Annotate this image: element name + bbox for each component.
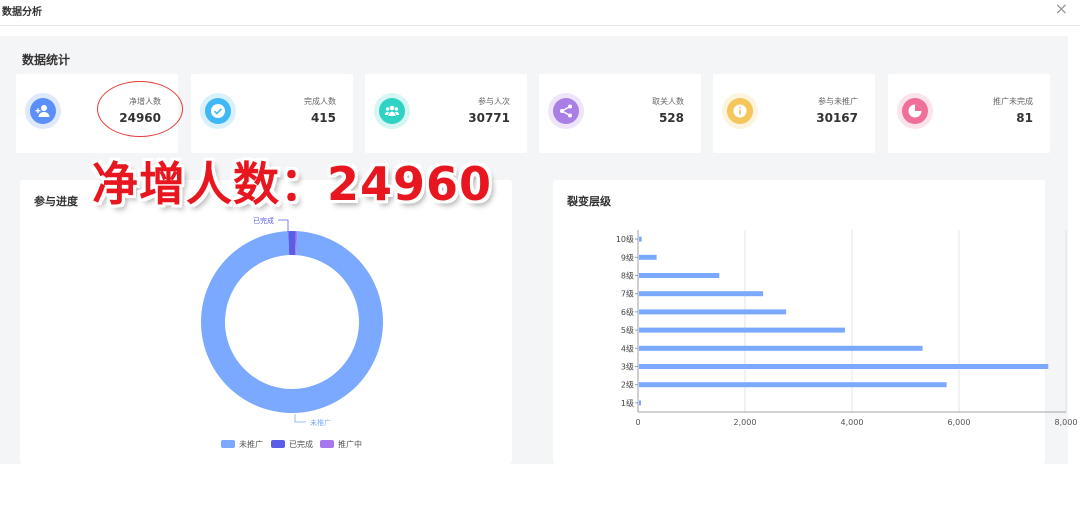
stat-card-3: 参与人次 30771 [365, 74, 527, 153]
bar-1[interactable] [639, 400, 641, 406]
bar-8[interactable] [639, 273, 720, 278]
legend-label-3[interactable]: 推广中 [338, 439, 362, 449]
bar-6[interactable] [639, 309, 787, 315]
y-tick-label-6: 6级 [621, 307, 634, 317]
levels-panel: 裂变层级 0 2,000 4,000 6,000 8,000 1级 2级 3级 4级 5级 6级 7级… [553, 180, 1077, 464]
y-tick-label-1: 1级 [621, 398, 634, 408]
y-tick-label-4: 4级 [621, 343, 634, 353]
levels-panel-title: 裂变层级 [567, 195, 611, 208]
legend-label-2[interactable]: 已完成 [289, 439, 313, 449]
level-bar-chart: 0 2,000 4,000 6,000 8,000 1级 2级 3级 4级 5级 6级 7级 8级 9级 1… [616, 230, 1078, 427]
bar-5[interactable] [639, 327, 845, 333]
bar-4[interactable] [639, 345, 923, 351]
bar-3[interactable] [639, 364, 1049, 369]
leader-line-1 [294, 414, 306, 423]
stat-card-6: 推广未完成 81 [888, 74, 1050, 153]
donut-slice-1[interactable] [200, 231, 383, 414]
bar-7[interactable] [639, 291, 764, 297]
y-tick-label-5: 5级 [621, 325, 634, 335]
stat-label: 参与未推广 [818, 97, 858, 106]
legend-swatch-1[interactable] [221, 440, 235, 448]
bar-9[interactable] [639, 254, 657, 260]
stat-value: 81 [1016, 111, 1033, 125]
legend-label-1[interactable]: 未推广 [239, 439, 263, 449]
group-icon [374, 93, 410, 129]
stat-card-4: 取关人数 528 [539, 74, 701, 153]
stat-value: 415 [310, 111, 336, 125]
stat-card-5: 参与未推广 30167 [713, 74, 875, 153]
progress-panel: 参与进度 已完成 未推广 未推广 已完成 推广中 [20, 180, 512, 464]
check-icon [200, 93, 236, 129]
donut-slice-2[interactable] [288, 231, 296, 256]
share-icon [548, 93, 584, 129]
window-titlebar: 数据分析 × [0, 0, 1080, 26]
donut-chart: 已完成未推广未推广 已完成 推广中 [200, 216, 383, 449]
y-tick-label-7: 7级 [621, 289, 634, 299]
leader-line-2 [278, 219, 289, 232]
x-tick-label-4: 8,000 [1055, 418, 1078, 427]
section-title: 数据统计 [22, 53, 71, 67]
legend-swatch-2[interactable] [271, 440, 285, 448]
stat-card-2: 完成人数 415 [191, 74, 353, 153]
stat-label: 推广未完成 [993, 97, 1033, 106]
add-user-icon [25, 93, 61, 129]
bar-10[interactable] [639, 236, 642, 242]
stat-label: 参与人次 [478, 97, 510, 106]
stat-label: 取关人数 [652, 97, 684, 106]
y-tick-label-2: 2级 [621, 380, 634, 390]
y-tick-label-10: 10级 [616, 234, 634, 244]
highlight-circle [97, 81, 183, 137]
info-icon [722, 93, 758, 129]
stat-value: 30167 [816, 111, 858, 125]
legend-swatch-3[interactable] [320, 440, 334, 448]
y-tick-label-8: 8级 [621, 271, 634, 281]
overlay-caption: 净增人数：24960 [92, 157, 493, 211]
stat-value: 30771 [468, 111, 510, 125]
x-tick-label-1: 2,000 [734, 418, 757, 427]
y-tick-label-9: 9级 [621, 252, 634, 262]
y-tick-label-3: 3级 [621, 362, 634, 372]
x-tick-label-3: 6,000 [948, 418, 971, 427]
stat-value: 528 [658, 111, 684, 125]
x-tick-label-0: 0 [635, 418, 640, 427]
bar-2[interactable] [639, 382, 947, 388]
x-tick-label-2: 4,000 [841, 418, 864, 427]
pie-icon [897, 93, 933, 129]
window-title: 数据分析 [2, 7, 42, 18]
close-icon[interactable]: × [1055, 0, 1068, 18]
slice-label-2: 已完成 [253, 216, 274, 225]
progress-panel-title: 参与进度 [34, 195, 78, 208]
slice-label-1: 未推广 [310, 418, 331, 427]
stat-label: 完成人数 [304, 97, 336, 106]
